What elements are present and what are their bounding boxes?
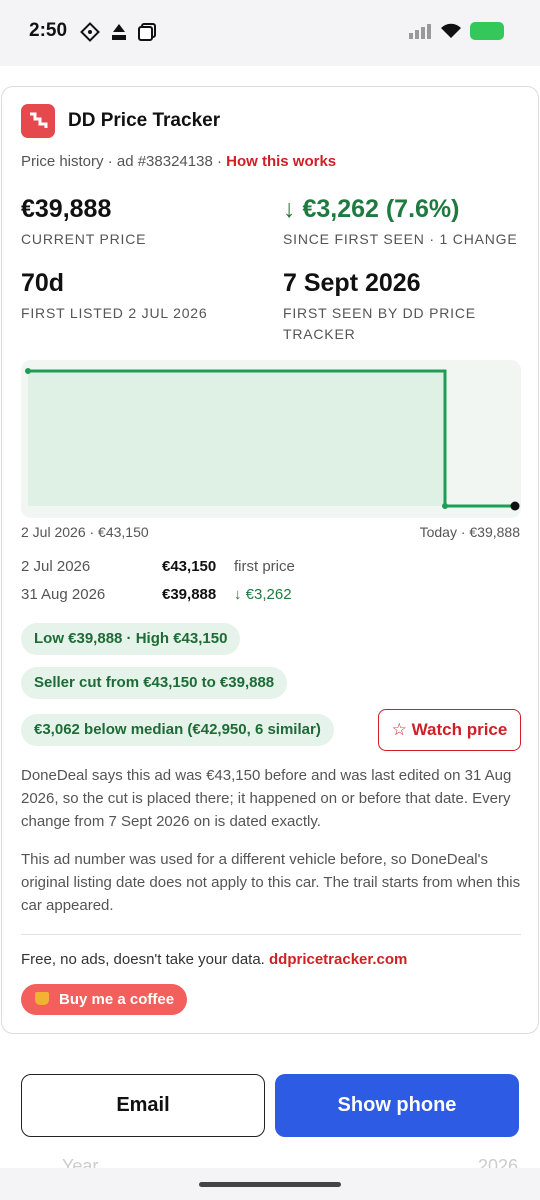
app-logo [21,104,55,138]
chart-point [442,503,448,509]
listing-age-value: 70d [21,269,65,297]
first-seen-value: 7 Sept 2026 [283,269,421,297]
website-link[interactable]: ddpricetracker.com [269,951,407,968]
status-left-icons [80,22,156,42]
chart-point [510,501,520,511]
mm-logo-icon [112,24,126,40]
history-row: 2 Jul 2026 €43,150 first price [21,558,421,580]
wifi-icon [441,23,461,38]
chart-start-label: 2 Jul 2026 · €43,150 [21,524,149,540]
price-change-value: ↓ €3,262 (7.6%) [283,195,460,223]
buy-coffee-button[interactable]: Buy me a coffee [21,984,187,1015]
status-right-icons [408,22,504,40]
stairs-down-icon [30,112,48,128]
current-price-value: €39,888 [21,195,112,223]
history-note: first price [234,558,295,575]
history-price: €43,150 [162,558,217,575]
footer-text: Free, no ads, doesn't take your data. [21,951,265,968]
history-date: 31 Aug 2026 [21,586,106,603]
app-title: DD Price Tracker [68,110,221,131]
subline: Price history · ad #38324138 · How this … [21,153,336,170]
price-chart [25,368,520,511]
signal-icon [409,24,431,39]
first-listed-label: FIRST LISTED 2 JUL 2026 [21,305,208,321]
ad-reuse-note: This ad number was used for a different … [21,851,521,914]
buy-coffee-label: Buy me a coffee [59,991,175,1008]
price-tracker-card: DD Price Tracker Price history · ad #383… [1,86,539,1034]
history-price: €39,888 [162,586,217,603]
price-change-label: SINCE FIRST SEEN · 1 CHANGE [283,231,518,247]
chart-area-fill [28,371,445,506]
battery-icon [470,22,504,40]
home-indicator [199,1182,341,1187]
median-badge: €3,062 below median (€42,950, 6 similar) [21,714,334,746]
ad-info: Price history · ad #38324138 · [21,153,227,170]
status-bar: 2:50 [0,0,540,66]
coffee-cup-icon [35,992,49,1005]
seller-cut-badge: Seller cut from €43,150 to €39,888 [21,667,288,699]
email-button[interactable]: Email [21,1074,265,1137]
peek-year-value: 2026 [477,1156,518,1168]
watch-price-button[interactable]: ☆ Watch price [378,709,521,751]
history-note: ↓ €3,262 [234,586,292,603]
divider [21,934,521,935]
price-range-badge: Low €39,888 · High €43,150 [21,623,241,655]
peek-year-label: Year [62,1156,99,1168]
first-seen-label: FIRST SEEN BY DD PRICE TRACKER [283,305,476,342]
copy-icon [138,23,156,41]
show-phone-button[interactable]: Show phone [275,1074,519,1137]
history-date: 2 Jul 2026 [21,558,91,575]
chart-end-label: Today · €39,888 [419,524,520,540]
how-this-works-link[interactable]: How this works [226,153,336,170]
history-row: 31 Aug 2026 €39,888 ↓ €3,262 [21,586,421,608]
current-price-label: CURRENT PRICE [21,231,147,247]
status-time: 2:50 [29,20,68,41]
chart-point [25,368,31,374]
cut-explanation: DoneDeal says this ad was €43,150 before… [21,767,512,830]
diamond-grid-icon [80,22,100,42]
